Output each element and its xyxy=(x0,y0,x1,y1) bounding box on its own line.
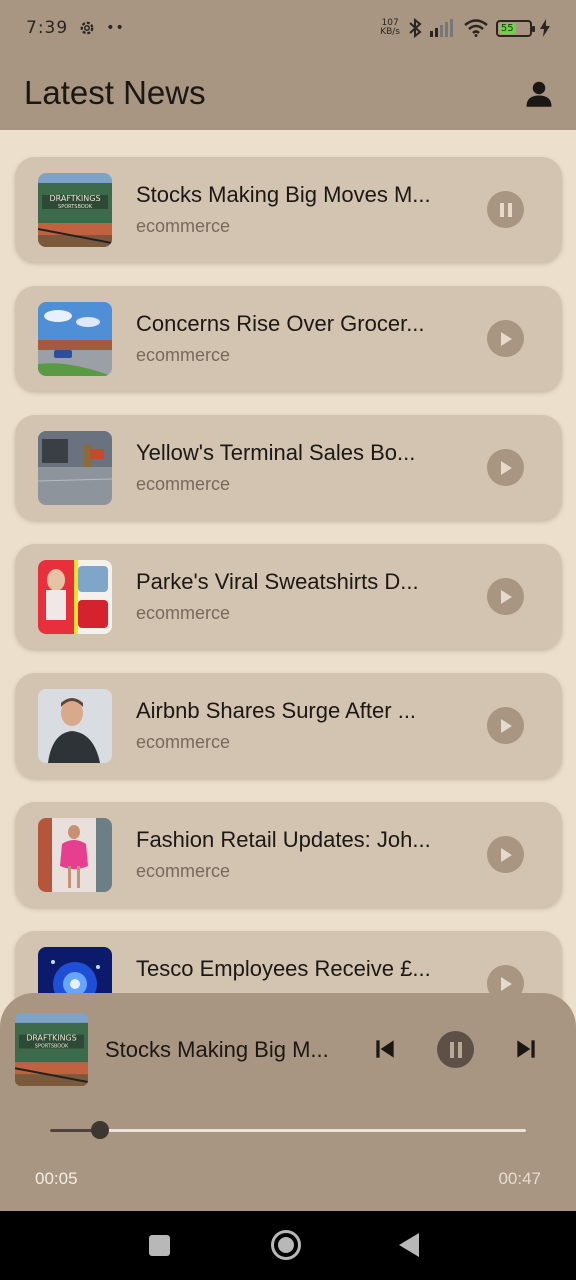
news-title: Parke's Viral Sweatshirts D... xyxy=(136,569,419,594)
charging-bolt-icon xyxy=(540,19,550,37)
play-icon xyxy=(499,847,513,863)
play-button[interactable] xyxy=(487,836,524,873)
news-category: ecommerce xyxy=(136,732,231,752)
pause-icon xyxy=(449,1041,462,1058)
seek-thumb[interactable] xyxy=(91,1121,110,1139)
play-icon xyxy=(499,976,513,992)
play-button[interactable] xyxy=(487,320,524,357)
signal-icon xyxy=(430,19,453,37)
home-button[interactable] xyxy=(271,1230,301,1260)
status-bar: 7:39 •• 107 KB/s 55 xyxy=(0,0,576,56)
news-card[interactable]: Yellow's Terminal Sales Bo... ecommerce xyxy=(15,415,562,520)
player-thumbnail: DRAFTKINGS SPORTSBOOK xyxy=(15,1013,88,1086)
settings-gear-icon xyxy=(80,21,94,35)
total-time: 00:47 xyxy=(498,1169,541,1188)
recents-button[interactable] xyxy=(149,1235,170,1256)
person-icon[interactable] xyxy=(524,78,554,108)
news-card[interactable]: Fashion Retail Updates: Joh... ecommerce xyxy=(15,802,562,907)
news-thumbnail: DRAFTKINGS SPORTSBOOK xyxy=(38,172,112,247)
news-category: ecommerce xyxy=(136,474,231,494)
net-speed: 107 KB/s xyxy=(380,18,400,37)
wifi-icon xyxy=(464,19,488,37)
news-category: ecommerce xyxy=(136,603,231,623)
news-title: Fashion Retail Updates: Joh... xyxy=(136,827,431,852)
bluetooth-icon xyxy=(409,18,422,38)
more-notifications-icon: •• xyxy=(106,20,125,36)
play-button[interactable] xyxy=(487,578,524,615)
app-bar: Latest News xyxy=(0,56,576,130)
news-list: DRAFTKINGS SPORTSBOOK Stocks Making Big Mo… xyxy=(15,157,562,1060)
play-button[interactable] xyxy=(487,449,524,486)
news-card[interactable]: Airbnb Shares Surge After ... ecommerce xyxy=(15,673,562,778)
mini-player: DRAFTKINGS SPORTSBOOK Stocks Making Big M… xyxy=(0,993,576,1211)
news-category: ecommerce xyxy=(136,216,231,236)
page-title: Latest News xyxy=(24,74,206,111)
news-thumbnail xyxy=(38,817,112,892)
play-icon xyxy=(499,589,513,605)
play-button[interactable] xyxy=(487,707,524,744)
news-card[interactable]: Concerns Rise Over Grocer... ecommerce xyxy=(15,286,562,391)
status-time: 7:39 xyxy=(26,18,69,38)
play-icon xyxy=(499,718,513,734)
player-title: Stocks Making Big M... xyxy=(105,1037,329,1062)
news-card[interactable]: Parke's Viral Sweatshirts D... ecommerce xyxy=(15,544,562,649)
skip-previous-icon[interactable] xyxy=(372,1036,398,1062)
battery-icon: 55 xyxy=(496,19,535,37)
seek-bar[interactable] xyxy=(50,1121,526,1139)
system-nav-bar xyxy=(0,1211,576,1280)
pause-icon xyxy=(499,202,513,218)
svg-text:SPORTSBOOK: SPORTSBOOK xyxy=(35,1044,69,1050)
current-time: 00:05 xyxy=(35,1169,78,1188)
pause-button[interactable] xyxy=(437,1031,474,1068)
news-thumbnail xyxy=(38,559,112,634)
news-thumbnail xyxy=(38,688,112,763)
svg-text:DRAFTKINGS: DRAFTKINGS xyxy=(26,1034,76,1043)
news-thumbnail xyxy=(38,301,112,376)
skip-next-icon[interactable] xyxy=(513,1036,539,1062)
news-category: ecommerce xyxy=(136,345,231,365)
play-icon xyxy=(499,460,513,476)
news-title: Tesco Employees Receive £... xyxy=(136,956,431,981)
news-title: Airbnb Shares Surge After ... xyxy=(136,698,417,723)
news-thumbnail xyxy=(38,430,112,505)
svg-text:DRAFTKINGS: DRAFTKINGS xyxy=(49,194,100,203)
news-title: Yellow's Terminal Sales Bo... xyxy=(136,440,416,465)
news-title: Stocks Making Big Moves M... xyxy=(136,182,431,207)
svg-text:SPORTSBOOK: SPORTSBOOK xyxy=(58,204,93,210)
news-category: ecommerce xyxy=(136,861,231,881)
news-title: Concerns Rise Over Grocer... xyxy=(136,311,425,336)
pause-button[interactable] xyxy=(487,191,524,228)
news-card[interactable]: DRAFTKINGS SPORTSBOOK Stocks Making Big Mo… xyxy=(15,157,562,262)
play-icon xyxy=(499,331,513,347)
back-button[interactable] xyxy=(399,1233,419,1257)
